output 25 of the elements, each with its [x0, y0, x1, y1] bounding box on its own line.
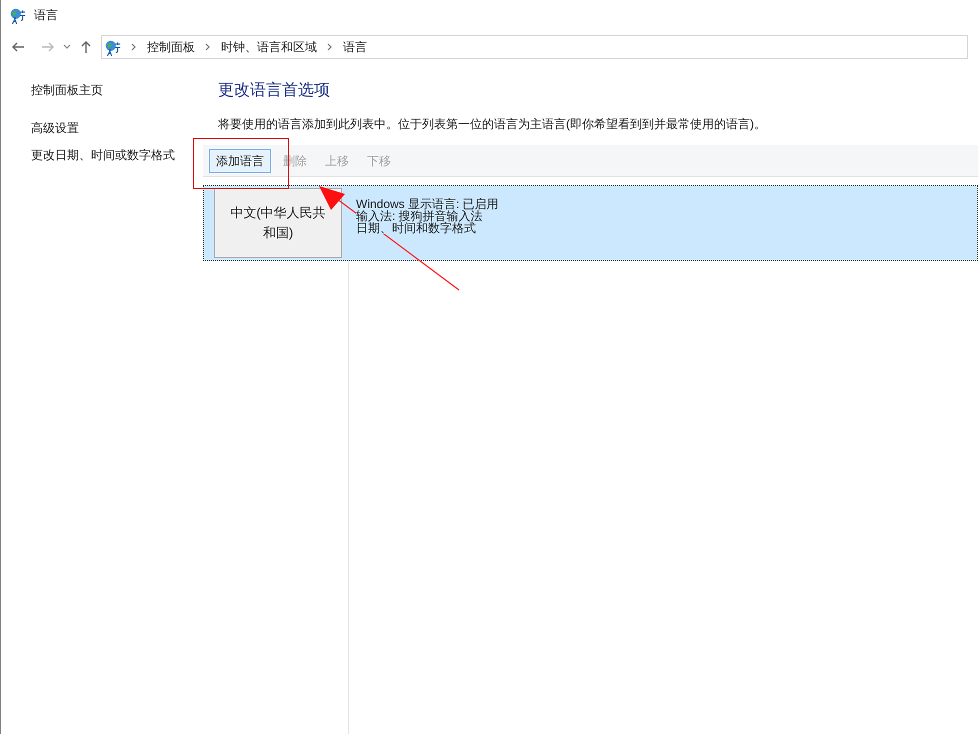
- window-title: 语言: [34, 7, 58, 24]
- breadcrumb-item[interactable]: 时钟、语言和区域: [221, 38, 317, 56]
- address-bar[interactable]: 控制面板 时钟、语言和区域 语言: [101, 35, 968, 59]
- language-detail: 日期、时间和数字格式: [356, 222, 476, 234]
- sidebar-link[interactable]: 控制面板主页: [31, 81, 203, 99]
- up-arrow-icon[interactable]: [79, 40, 93, 54]
- chevron-right-icon: [131, 43, 137, 51]
- language-tile[interactable]: 中文(中华人民共和国): [214, 188, 342, 258]
- language-detail: Windows 显示语言: 已启用: [356, 198, 499, 210]
- page-heading: 更改语言首选项: [218, 80, 331, 101]
- description-text: 将要使用的语言添加到此列表中。位于列表第一位的语言为主语言(即你希望看到到并最常使用的语言)。: [218, 116, 767, 133]
- toolbar-button[interactable]: 添加语言: [209, 148, 271, 172]
- language-row[interactable]: 中文(中华人民共和国) Windows 显示语言: 已启用 输入法: 搜狗拼音输入法 日期、时间和数字格式: [203, 185, 978, 261]
- sidebar-link[interactable]: 高级设置: [31, 119, 203, 137]
- chevron-right-icon: [327, 43, 333, 51]
- language-globe-icon: [9, 6, 26, 24]
- back-arrow-icon[interactable]: [11, 40, 25, 54]
- chevron-down-icon[interactable]: [63, 43, 71, 51]
- chevron-right-icon: [205, 43, 211, 51]
- breadcrumb-item[interactable]: 控制面板: [147, 38, 195, 56]
- language-name: 中文(中华人民共和国): [229, 204, 327, 242]
- breadcrumb-item[interactable]: 语言: [343, 38, 367, 56]
- language-globe-icon: [104, 38, 121, 56]
- language-detail: 输入法: 搜狗拼音输入法: [356, 210, 483, 222]
- sidebar-link[interactable]: 更改日期、时间或数字格式: [31, 146, 203, 164]
